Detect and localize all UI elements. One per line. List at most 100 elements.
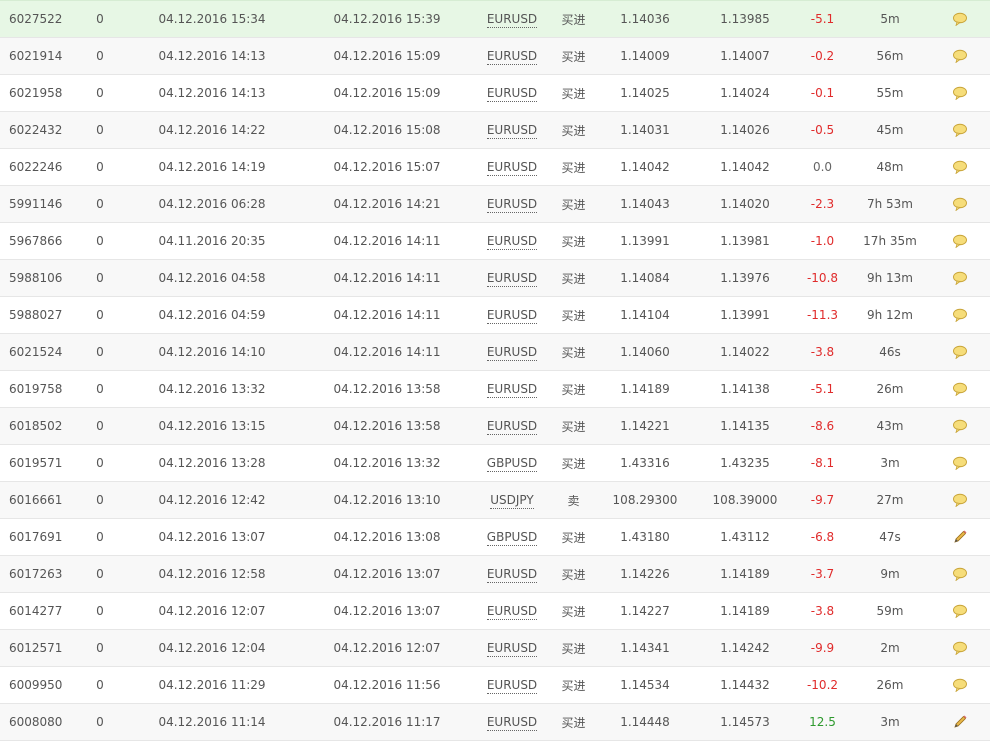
close-price-cell: 1.14432	[695, 666, 795, 704]
table-row: 5991146 0 04.12.2016 06:28 04.12.2016 14:21…	[0, 185, 990, 223]
pencil-icon[interactable]	[952, 714, 968, 730]
comment-bubble-icon[interactable]	[952, 123, 968, 138]
duration-cell: 48m	[850, 148, 930, 186]
action-cell	[930, 37, 990, 75]
profit-cell: -0.5	[795, 111, 850, 149]
symbol-link[interactable]: EURUSD	[486, 567, 538, 583]
symbol-cell: USDJPY	[472, 481, 552, 519]
comment-bubble-icon[interactable]	[952, 160, 968, 175]
comment-bubble-icon[interactable]	[952, 567, 968, 582]
ticket-cell: 6016661	[0, 481, 78, 519]
magic-cell: 0	[78, 555, 122, 593]
close-price-cell: 1.14042	[695, 148, 795, 186]
table-row: 6014277 0 04.12.2016 12:07 04.12.2016 13:07…	[0, 592, 990, 630]
comment-bubble-icon[interactable]	[952, 456, 968, 471]
symbol-link[interactable]: EURUSD	[486, 271, 538, 287]
trade-history-table: 6027522 0 04.12.2016 15:34 04.12.2016 15:39…	[0, 0, 990, 741]
magic-cell: 0	[78, 74, 122, 112]
comment-bubble-icon[interactable]	[952, 49, 968, 64]
symbol-link[interactable]: EURUSD	[486, 160, 538, 176]
symbol-link[interactable]: EURUSD	[486, 678, 538, 694]
profit-cell: -5.1	[795, 370, 850, 408]
pencil-icon[interactable]	[952, 529, 968, 545]
close-price-cell: 1.14189	[695, 592, 795, 630]
type-cell: 买进	[552, 296, 595, 334]
symbol-link[interactable]: EURUSD	[486, 641, 538, 657]
ticket-cell: 6012571	[0, 629, 78, 667]
symbol-link[interactable]: EURUSD	[486, 382, 538, 398]
symbol-link[interactable]: GBPUSD	[486, 456, 538, 472]
symbol-link[interactable]: EURUSD	[486, 308, 538, 324]
open-time-cell: 04.12.2016 14:13	[122, 37, 302, 75]
close-time-cell: 04.12.2016 13:32	[302, 444, 472, 482]
close-price-cell: 1.13976	[695, 259, 795, 297]
symbol-link[interactable]: USDJPY	[490, 493, 534, 509]
open-price-cell: 1.14227	[595, 592, 695, 630]
close-price-cell: 1.14020	[695, 185, 795, 223]
table-row: 6017691 0 04.12.2016 13:07 04.12.2016 13:08…	[0, 518, 990, 556]
open-price-cell: 1.14025	[595, 74, 695, 112]
open-time-cell: 04.12.2016 14:22	[122, 111, 302, 149]
open-time-cell: 04.12.2016 12:07	[122, 592, 302, 630]
symbol-cell: EURUSD	[472, 592, 552, 630]
symbol-cell: EURUSD	[472, 666, 552, 704]
action-cell	[930, 592, 990, 630]
symbol-link[interactable]: EURUSD	[486, 234, 538, 250]
magic-cell: 0	[78, 148, 122, 186]
comment-bubble-icon[interactable]	[952, 12, 968, 27]
symbol-link[interactable]: GBPUSD	[486, 530, 538, 546]
symbol-link[interactable]: EURUSD	[486, 49, 538, 65]
type-cell: 买进	[552, 703, 595, 741]
comment-bubble-icon[interactable]	[952, 345, 968, 360]
duration-cell: 59m	[850, 592, 930, 630]
comment-bubble-icon[interactable]	[952, 382, 968, 397]
magic-cell: 0	[78, 0, 122, 38]
action-cell	[930, 222, 990, 260]
comment-bubble-icon[interactable]	[952, 271, 968, 286]
symbol-link[interactable]: EURUSD	[486, 197, 538, 213]
comment-bubble-icon[interactable]	[952, 604, 968, 619]
comment-bubble-icon[interactable]	[952, 197, 968, 212]
profit-cell: -5.1	[795, 0, 850, 38]
ticket-cell: 6027522	[0, 0, 78, 38]
duration-cell: 26m	[850, 370, 930, 408]
open-price-cell: 1.43316	[595, 444, 695, 482]
symbol-link[interactable]: EURUSD	[486, 123, 538, 139]
duration-cell: 3m	[850, 444, 930, 482]
close-price-cell: 1.14007	[695, 37, 795, 75]
symbol-link[interactable]: EURUSD	[486, 715, 538, 731]
close-time-cell: 04.12.2016 14:11	[302, 222, 472, 260]
symbol-link[interactable]: EURUSD	[486, 419, 538, 435]
comment-bubble-icon[interactable]	[952, 641, 968, 656]
open-time-cell: 04.12.2016 11:14	[122, 703, 302, 741]
table-row: 6021914 0 04.12.2016 14:13 04.12.2016 15:09…	[0, 37, 990, 75]
table-row: 6012571 0 04.12.2016 12:04 04.12.2016 12:07…	[0, 629, 990, 667]
open-price-cell: 1.13991	[595, 222, 695, 260]
ticket-cell: 6017691	[0, 518, 78, 556]
symbol-link[interactable]: EURUSD	[486, 86, 538, 102]
comment-bubble-icon[interactable]	[952, 493, 968, 508]
table-row: 6018502 0 04.12.2016 13:15 04.12.2016 13:58…	[0, 407, 990, 445]
table-row: 6008080 0 04.12.2016 11:14 04.12.2016 11:17…	[0, 703, 990, 741]
close-time-cell: 04.12.2016 13:08	[302, 518, 472, 556]
profit-cell: -3.8	[795, 333, 850, 371]
comment-bubble-icon[interactable]	[952, 86, 968, 101]
action-cell	[930, 518, 990, 556]
close-time-cell: 04.12.2016 15:09	[302, 74, 472, 112]
comment-bubble-icon[interactable]	[952, 234, 968, 249]
symbol-link[interactable]: EURUSD	[486, 604, 538, 620]
comment-bubble-icon[interactable]	[952, 308, 968, 323]
type-cell: 买进	[552, 407, 595, 445]
profit-cell: -9.7	[795, 481, 850, 519]
symbol-link[interactable]: EURUSD	[486, 345, 538, 361]
comment-bubble-icon[interactable]	[952, 419, 968, 434]
close-price-cell: 1.13985	[695, 0, 795, 38]
action-cell	[930, 74, 990, 112]
type-cell: 买进	[552, 629, 595, 667]
open-price-cell: 1.14009	[595, 37, 695, 75]
comment-bubble-icon[interactable]	[952, 678, 968, 693]
open-price-cell: 1.14226	[595, 555, 695, 593]
magic-cell: 0	[78, 629, 122, 667]
symbol-link[interactable]: EURUSD	[486, 12, 538, 28]
close-price-cell: 108.39000	[695, 481, 795, 519]
